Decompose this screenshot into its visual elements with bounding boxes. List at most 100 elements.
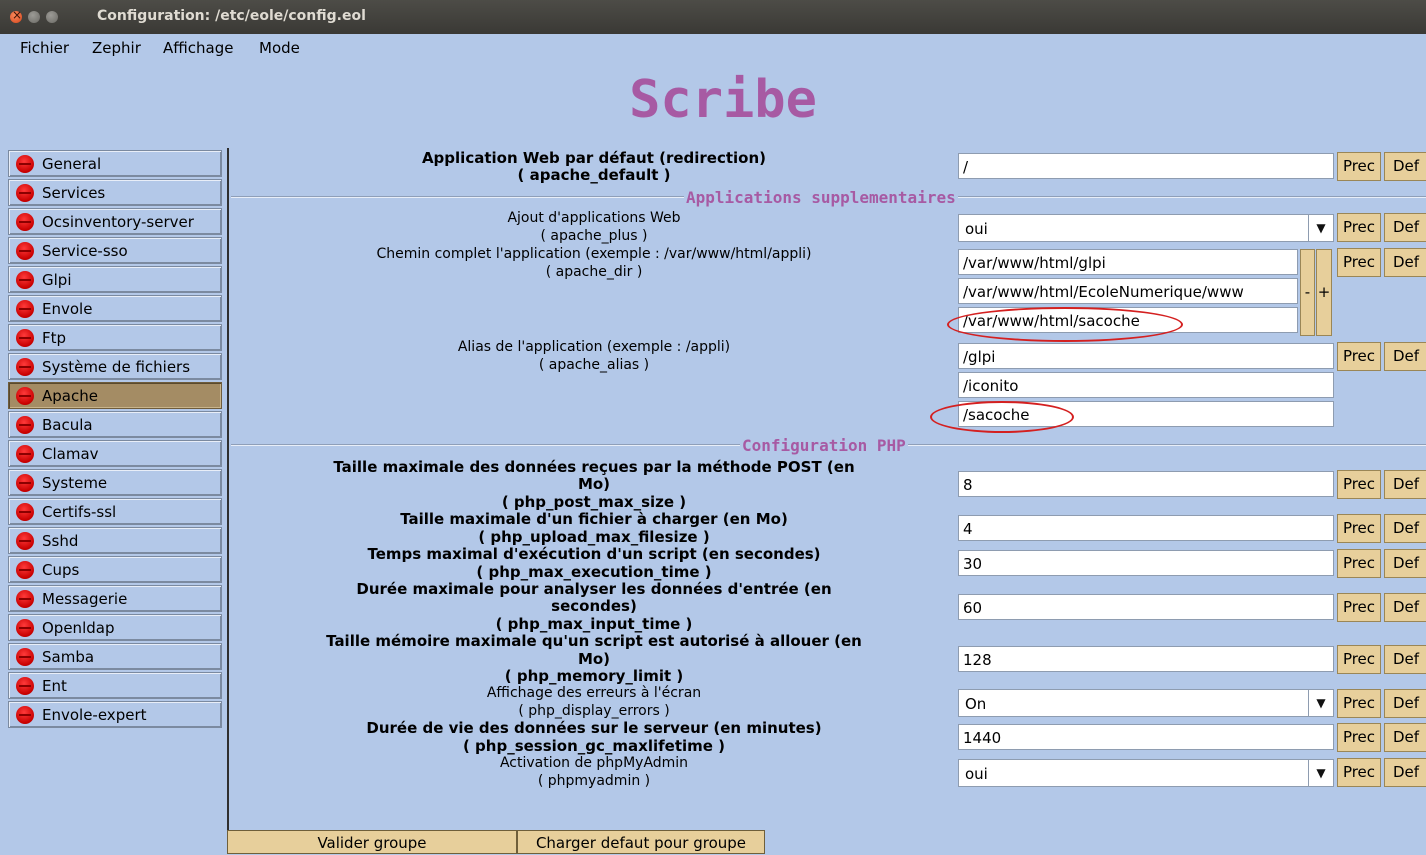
php-session-gc-maxlifetime-prec-button[interactable]: Prec [1337,723,1381,752]
apache-default-label: Application Web par défaut (redirection) [421,149,767,167]
maximize-window-icon[interactable] [46,11,58,23]
minimize-window-icon[interactable] [28,11,40,23]
status-red-icon [16,474,34,492]
highlight-ellipse [930,401,1074,433]
sidebar-item-messagerie[interactable]: Messagerie [8,585,222,612]
php-memory-limit-def-button[interactable]: Def [1384,645,1426,674]
apache-plus-label: Ajout d'applications Web [507,210,681,226]
sidebar-item-envole-expert[interactable]: Envole-expert [8,701,222,728]
sidebar-item-sshd[interactable]: Sshd [8,527,222,554]
php-post-max-size-prec-button[interactable]: Prec [1337,470,1381,499]
phpmyadmin-label: Activation de phpMyAdmin [499,755,689,771]
status-red-icon [16,242,34,260]
sidebar-item-envole[interactable]: Envole [8,295,222,322]
remove-entry-button[interactable]: - [1300,249,1315,336]
php-max-input-time-label-cont: secondes) [551,597,637,615]
apache-dir-def-button[interactable]: Def [1384,248,1426,277]
php-upload-max-filesize-input[interactable]: 4 [958,515,1334,541]
apache-dir-input-2[interactable]: /var/www/html/EcoleNumerique/www [958,278,1298,304]
php-max-input-time-input[interactable]: 60 [958,594,1334,620]
php-upload-max-filesize-prec-button[interactable]: Prec [1337,514,1381,543]
sidebar-item-systeme-de-fichiers[interactable]: Système de fichiers [8,353,222,380]
sidebar-item-samba[interactable]: Samba [8,643,222,670]
app-logo-title: Scribe [629,70,817,130]
php-max-execution-time-input[interactable]: 30 [958,550,1334,576]
apache-alias-input-1[interactable]: /glpi [958,343,1334,369]
sidebar-item-ftp[interactable]: Ftp [8,324,222,351]
validate-group-button[interactable]: Valider groupe [227,830,517,854]
php-post-max-size-input[interactable]: 8 [958,471,1334,497]
php-memory-limit-prec-button[interactable]: Prec [1337,645,1381,674]
phpmyadmin-prec-button[interactable]: Prec [1337,758,1381,787]
chevron-down-icon[interactable]: ▼ [1308,760,1333,786]
php-max-execution-time-prec-button[interactable]: Prec [1337,549,1381,578]
menu-affichage[interactable]: Affichage [163,39,233,57]
sidebar-item-bacula[interactable]: Bacula [8,411,222,438]
apache-plus-prec-button[interactable]: Prec [1337,213,1381,242]
php-max-execution-time-def-button[interactable]: Def [1384,549,1426,578]
php-session-gc-maxlifetime-key: ( php_session_gc_maxlifetime ) [462,737,726,755]
apache-plus-select[interactable]: oui ▼ [958,214,1334,242]
sidebar-item-glpi[interactable]: Glpi [8,266,222,293]
sidebar-item-apache[interactable]: Apache [8,382,222,409]
php-upload-max-filesize-key: ( php_upload_max_filesize ) [478,528,710,546]
php-display-errors-prec-button[interactable]: Prec [1337,689,1381,718]
sidebar-item-clamav[interactable]: Clamav [8,440,222,467]
apache-plus-key: ( apache_plus ) [540,228,648,244]
status-red-icon [16,590,34,608]
status-red-icon [16,532,34,550]
php-display-errors-select[interactable]: On ▼ [958,689,1334,717]
php-display-errors-def-button[interactable]: Def [1384,689,1426,718]
menu-zephir[interactable]: Zephir [92,39,141,57]
add-entry-button[interactable]: + [1316,249,1332,336]
php-upload-max-filesize-def-button[interactable]: Def [1384,514,1426,543]
status-red-icon [16,184,34,202]
apache-alias-prec-button[interactable]: Prec [1337,342,1381,371]
php-display-errors-label: Affichage des erreurs à l'écran [486,685,702,701]
status-red-icon [16,561,34,579]
php-post-max-size-key: ( php_post_max_size ) [501,493,687,511]
close-window-icon[interactable] [10,8,22,23]
php-max-input-time-prec-button[interactable]: Prec [1337,593,1381,622]
apache-plus-def-button[interactable]: Def [1384,213,1426,242]
sidebar-item-general[interactable]: General [8,150,222,177]
php-session-gc-maxlifetime-def-button[interactable]: Def [1384,723,1426,752]
php-memory-limit-input[interactable]: 128 [958,646,1334,672]
apache-alias-def-button[interactable]: Def [1384,342,1426,371]
menu-mode[interactable]: Mode [259,39,300,57]
apache-default-prec-button[interactable]: Prec [1337,152,1381,181]
load-default-group-button[interactable]: Charger defaut pour groupe [517,830,765,854]
sidebar-item-cups[interactable]: Cups [8,556,222,583]
php-max-input-time-def-button[interactable]: Def [1384,593,1426,622]
apache-default-def-button[interactable]: Def [1384,152,1426,181]
status-red-icon [16,706,34,724]
phpmyadmin-def-button[interactable]: Def [1384,758,1426,787]
status-red-icon [16,300,34,318]
status-red-icon [16,387,34,405]
sidebar-item-ent[interactable]: Ent [8,672,222,699]
chevron-down-icon[interactable]: ▼ [1308,215,1333,241]
sidebar-item-service-sso[interactable]: Service-sso [8,237,222,264]
php-display-errors-key: ( php_display_errors ) [518,703,670,719]
sidebar-item-services[interactable]: Services [8,179,222,206]
bottom-button-bar: Valider groupe Charger defaut pour group… [227,830,1426,854]
status-red-icon [16,503,34,521]
sidebar-item-certifs-ssl[interactable]: Certifs-ssl [8,498,222,525]
php-post-max-size-def-button[interactable]: Def [1384,470,1426,499]
apache-default-input[interactable]: / [958,153,1334,179]
php-session-gc-maxlifetime-input[interactable]: 1440 [958,724,1334,750]
status-red-icon [16,677,34,695]
menu-fichier[interactable]: Fichier [20,39,69,57]
apache-alias-input-2[interactable]: /iconito [958,372,1334,398]
status-red-icon [16,155,34,173]
status-red-icon [16,329,34,347]
apache-dir-prec-button[interactable]: Prec [1337,248,1381,277]
chevron-down-icon[interactable]: ▼ [1308,690,1333,716]
sidebar-item-openldap[interactable]: Openldap [8,614,222,641]
apache-dir-input-1[interactable]: /var/www/html/glpi [958,249,1298,275]
sidebar-item-systeme[interactable]: Systeme [8,469,222,496]
php-upload-max-filesize-label: Taille maximale d'un fichier à charger (… [400,510,788,528]
status-red-icon [16,358,34,376]
phpmyadmin-select[interactable]: oui ▼ [958,759,1334,787]
sidebar-item-ocsinventory-server[interactable]: Ocsinventory-server [8,208,222,235]
